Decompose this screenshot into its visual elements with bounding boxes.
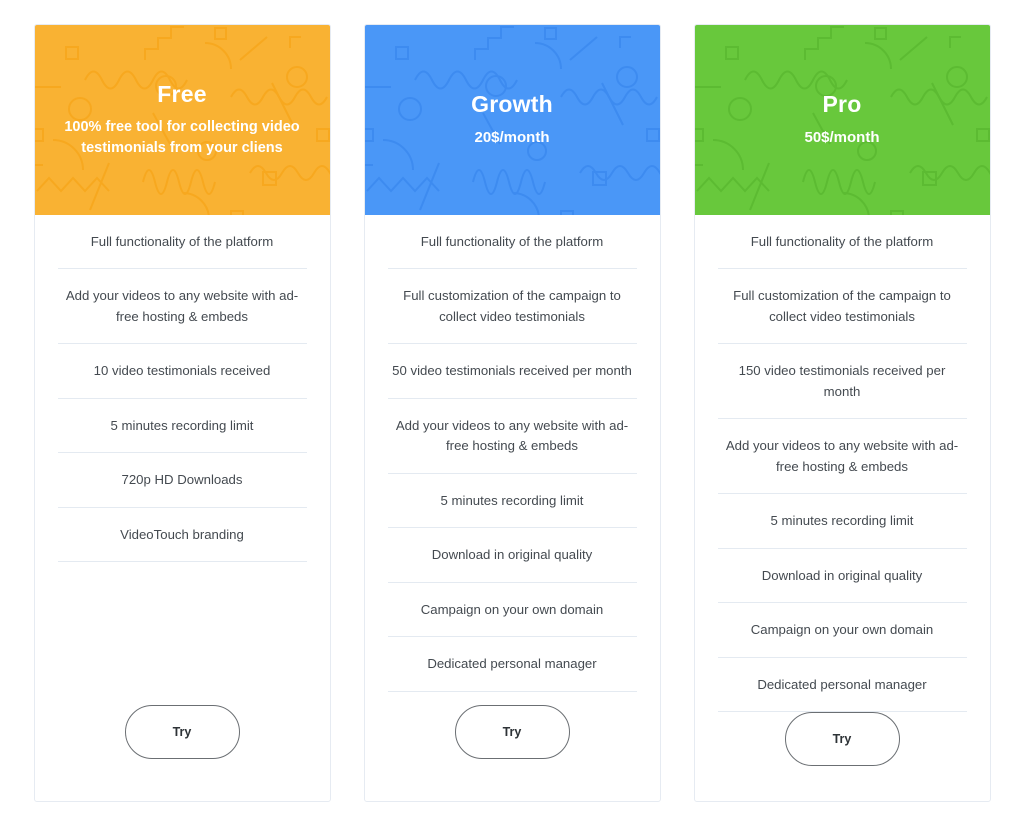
feature-item: Add your videos to any website with ad-f…	[717, 419, 967, 495]
plan-header-growth: Growth 20$/month	[364, 25, 660, 215]
plan-description: 100% free tool for collecting video test…	[64, 119, 300, 157]
plan-header-free: Free 100% free tool for collecting video …	[34, 25, 330, 215]
feature-item: Add your videos to any website with ad-f…	[387, 399, 637, 474]
feature-item: Full functionality of the platform	[387, 215, 637, 270]
feature-item: Full customization of the campaign to co…	[387, 269, 637, 345]
feature-item: Campaign on your own domain	[717, 603, 967, 658]
feature-item: 5 minutes recording limit	[717, 494, 967, 549]
plan-card-growth: Growth 20$/month Full functionality of the…	[363, 24, 661, 802]
plan-name: Free	[157, 80, 207, 107]
try-button-pro[interactable]: Try	[784, 711, 900, 766]
feature-item: 5 minutes recording limit	[57, 399, 307, 454]
feature-item: Download in original quality	[717, 549, 967, 604]
feature-item: 50 video testimonials received per month	[387, 344, 637, 399]
try-button-growth[interactable]: Try	[454, 705, 570, 759]
feature-item: Full functionality of the platform	[717, 215, 967, 270]
try-button-free[interactable]: Try	[124, 705, 240, 759]
feature-item: Dedicated personal manager	[387, 637, 637, 692]
feature-item: Dedicated personal manager	[717, 658, 967, 712]
pricing-plans-board: Free 100% free tool for collecting video …	[0, 0, 1024, 818]
plan-cta-wrap: Try	[695, 711, 990, 801]
plan-price: 20$/month	[474, 129, 550, 147]
feature-item: 10 video testimonials received	[57, 344, 307, 399]
feature-item: Download in original quality	[387, 528, 637, 583]
plan-card-free: Free 100% free tool for collecting video …	[33, 24, 331, 802]
plan-header-pro: Pro 50$/month	[694, 25, 990, 215]
feature-item: VideoTouch branding	[57, 508, 307, 563]
feature-item: Full functionality of the platform	[57, 215, 307, 270]
plan-cta-wrap: Try	[365, 705, 660, 801]
plan-header-text: Free 100% free tool for collecting video …	[35, 81, 330, 160]
plan-header-text: Growth 20$/month	[365, 91, 660, 149]
plan-header-text: Pro 50$/month	[695, 91, 990, 149]
feature-item: Campaign on your own domain	[387, 583, 637, 638]
feature-item: Full customization of the campaign to co…	[717, 269, 967, 345]
plan-name: Pro	[822, 90, 862, 117]
feature-item: Add your videos to any website with ad-f…	[57, 269, 307, 345]
feature-item: 5 minutes recording limit	[387, 474, 637, 529]
plan-feature-list-growth: Full functionality of the platform Full c…	[365, 215, 660, 705]
plan-name: Growth	[471, 90, 553, 117]
plan-cta-wrap: Try	[35, 705, 330, 801]
plan-feature-list-free: Full functionality of the platform Add yo…	[35, 215, 330, 705]
plan-card-pro: Pro 50$/month Full functionality of the pl…	[693, 24, 991, 802]
plan-price: 50$/month	[804, 129, 880, 147]
feature-item: 720p HD Downloads	[57, 453, 307, 508]
plan-feature-list-pro: Full functionality of the platform Full c…	[695, 215, 990, 712]
feature-item: 150 video testimonials received per mont…	[717, 344, 967, 420]
